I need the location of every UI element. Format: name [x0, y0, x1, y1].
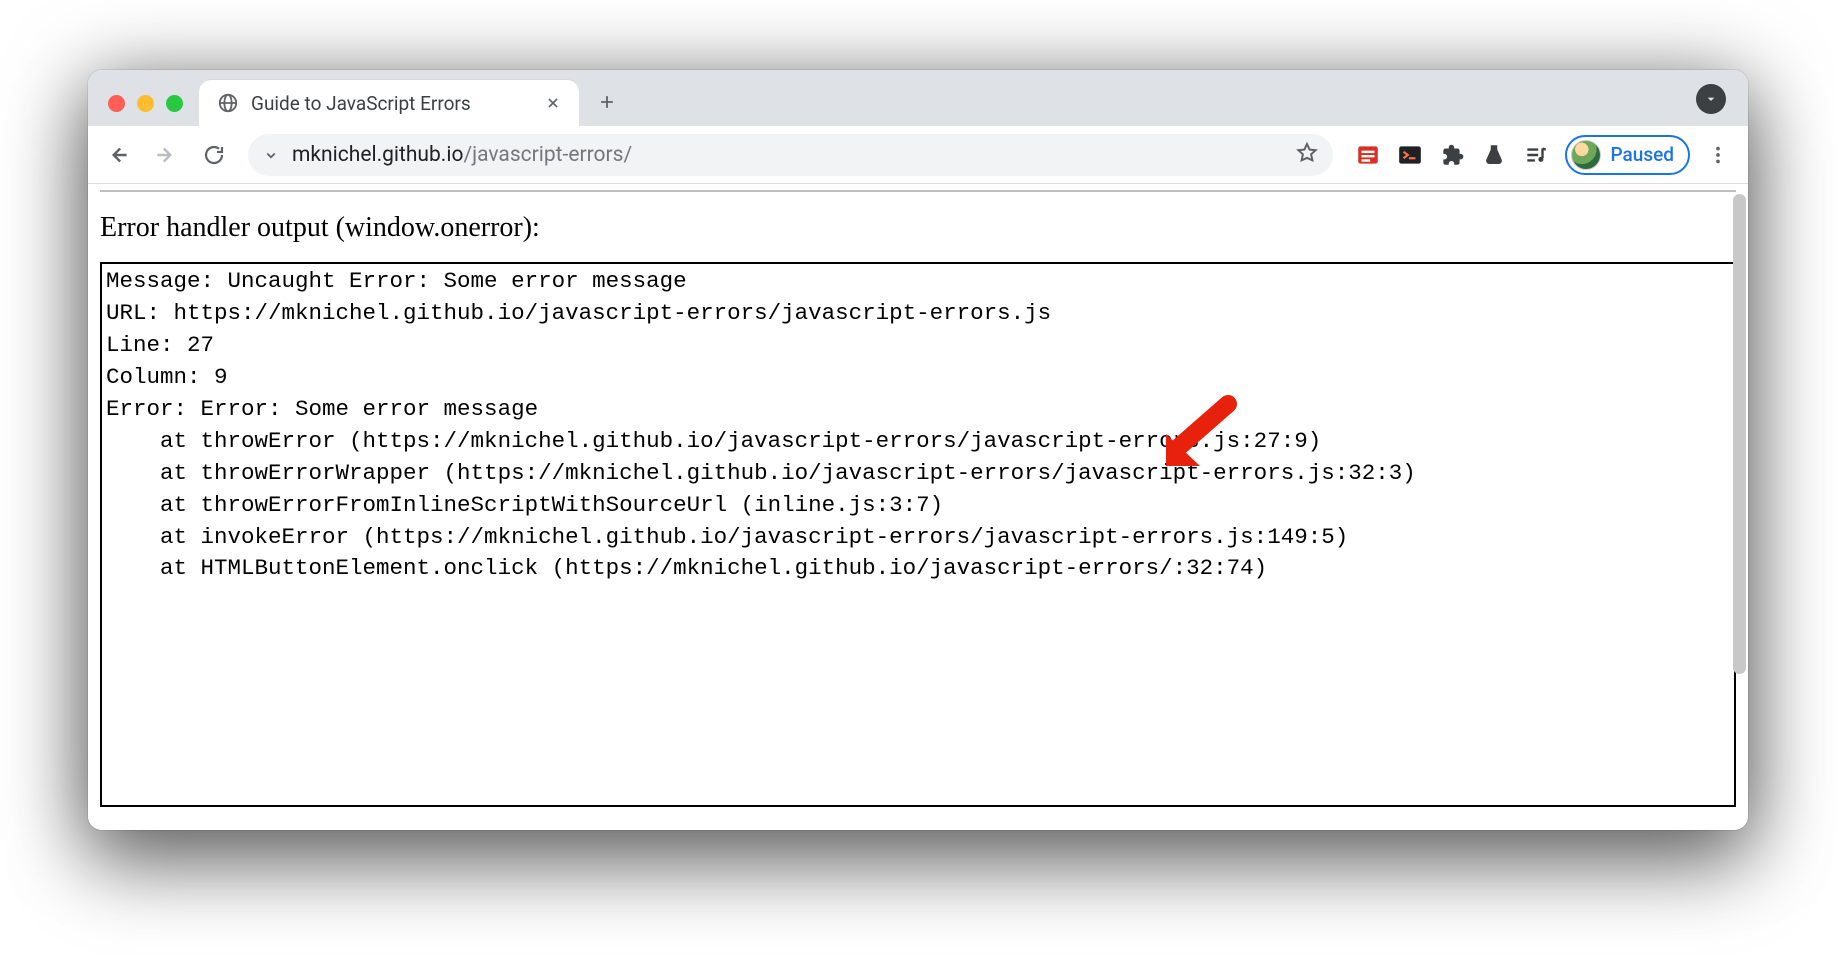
site-info-button[interactable]: [262, 146, 280, 164]
extension-row: [1347, 142, 1557, 168]
extensions-button[interactable]: [1439, 142, 1465, 168]
extension-icon-2[interactable]: [1397, 142, 1423, 168]
profile-label: Paused: [1611, 143, 1675, 166]
url-path: /javascript-errors/: [463, 143, 632, 167]
browser-window: Guide to JavaScript Errors: [88, 70, 1748, 830]
tab-title: Guide to JavaScript Errors: [251, 92, 531, 115]
error-output-box: Message: Uncaught Error: Some error mess…: [100, 262, 1736, 807]
browser-tab[interactable]: Guide to JavaScript Errors: [199, 80, 579, 126]
reload-button[interactable]: [194, 135, 234, 175]
bookmark-button[interactable]: [1295, 141, 1319, 169]
tab-strip: Guide to JavaScript Errors: [88, 70, 1748, 126]
window-controls: [98, 95, 193, 126]
media-control-icon[interactable]: [1523, 142, 1549, 168]
toolbar: mknichel.github.io/javascript-errors/: [88, 126, 1748, 184]
page-viewport: Error handler output (window.onerror): M…: [88, 184, 1748, 830]
chrome-menu-button[interactable]: [1698, 135, 1738, 175]
new-tab-button[interactable]: [589, 84, 625, 120]
page-body[interactable]: Error handler output (window.onerror): M…: [88, 184, 1748, 830]
forward-button[interactable]: [146, 135, 186, 175]
close-tab-button[interactable]: [543, 93, 563, 113]
address-bar[interactable]: mknichel.github.io/javascript-errors/: [248, 134, 1333, 176]
extension-icon-1[interactable]: [1355, 142, 1381, 168]
tab-search-button[interactable]: [1696, 84, 1726, 114]
url-text: mknichel.github.io/javascript-errors/: [292, 143, 632, 167]
back-button[interactable]: [98, 135, 138, 175]
scrollbar[interactable]: [1733, 194, 1746, 674]
window-maximize-button[interactable]: [166, 95, 183, 112]
divider: [100, 190, 1736, 192]
window-close-button[interactable]: [108, 95, 125, 112]
labs-icon[interactable]: [1481, 142, 1507, 168]
url-host: mknichel.github.io: [292, 143, 463, 167]
profile-button[interactable]: Paused: [1565, 135, 1691, 175]
window-minimize-button[interactable]: [137, 95, 154, 112]
section-heading: Error handler output (window.onerror):: [100, 212, 1736, 244]
globe-icon: [217, 92, 239, 114]
avatar: [1571, 140, 1601, 170]
